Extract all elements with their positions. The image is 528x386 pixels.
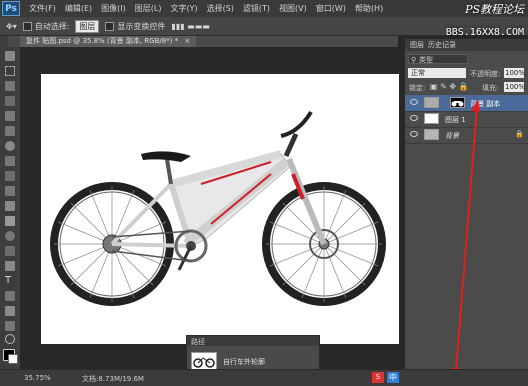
fill-label: 填充: bbox=[482, 84, 499, 92]
opacity-label: 不透明度: bbox=[470, 70, 501, 78]
photoshop-logo: Ps bbox=[2, 1, 20, 16]
path-name: 自行车外轮廓 bbox=[223, 358, 265, 366]
auto-select-checkbox[interactable] bbox=[22, 21, 32, 31]
bike-outline-icon bbox=[193, 357, 215, 368]
lock-icon: 🔒 bbox=[515, 130, 524, 138]
lock-icons[interactable]: ▣ ✎ ✥ 🔒 bbox=[430, 82, 469, 91]
visibility-eye-icon[interactable] bbox=[410, 99, 418, 105]
crop-tool-icon[interactable] bbox=[5, 111, 15, 121]
bicycle-image bbox=[50, 110, 386, 306]
show-transform-checkbox[interactable] bbox=[105, 21, 115, 31]
tab-history[interactable]: 历史记录 bbox=[428, 40, 456, 50]
layer-filter-dropdown[interactable]: ⚲ 类型 bbox=[408, 54, 468, 64]
menu-layer[interactable]: 图层(L) bbox=[135, 3, 162, 14]
lasso-tool-icon[interactable] bbox=[5, 81, 15, 91]
document-tab-title: 复件 贴图.psd @ 35.8% (背景 副本, RGB/8*) * bbox=[26, 37, 179, 45]
type-tool-icon[interactable]: T bbox=[5, 276, 15, 286]
auto-select-dropdown[interactable]: 图层 bbox=[75, 19, 100, 33]
menu-window[interactable]: 窗口(W) bbox=[316, 3, 346, 14]
menu-file[interactable]: 文件(F) bbox=[29, 3, 56, 14]
dodge-tool-icon[interactable] bbox=[5, 246, 15, 256]
watermark-url: BBS.16XX8.COM bbox=[445, 27, 524, 38]
blur-tool-icon[interactable] bbox=[5, 231, 15, 241]
menu-edit[interactable]: 编辑(E) bbox=[65, 3, 92, 14]
healing-brush-tool-icon[interactable] bbox=[5, 141, 15, 151]
ime-language-indicator[interactable]: 中 bbox=[387, 372, 399, 383]
blend-mode-dropdown[interactable]: 正常 bbox=[408, 68, 466, 78]
layer-thumbnail bbox=[424, 129, 439, 140]
red-arrow-annotation bbox=[445, 99, 480, 384]
marquee-tool-icon[interactable] bbox=[5, 66, 15, 76]
paths-panel-title: 路径 bbox=[191, 338, 205, 346]
eyedropper-tool-icon[interactable] bbox=[5, 126, 15, 136]
visibility-eye-icon[interactable] bbox=[410, 115, 418, 121]
tab-layers[interactable]: 图层 bbox=[410, 40, 424, 50]
menu-view[interactable]: 视图(V) bbox=[279, 3, 307, 14]
gradient-tool-icon[interactable] bbox=[5, 216, 15, 226]
background-color-swatch[interactable] bbox=[8, 354, 18, 364]
tools-panel: T bbox=[0, 36, 21, 369]
menu-help[interactable]: 帮助(H) bbox=[355, 3, 383, 14]
zoom-tool-icon[interactable] bbox=[5, 334, 15, 344]
menu-select[interactable]: 选择(S) bbox=[207, 3, 234, 14]
hand-tool-icon[interactable] bbox=[5, 321, 15, 331]
document-size: 文档:8.73M/19.6M bbox=[82, 375, 144, 383]
menu-bar: Ps 文件(F) 编辑(E) 图像(I) 图层(L) 文字(Y) 选择(S) 滤… bbox=[0, 0, 528, 17]
clone-stamp-tool-icon[interactable] bbox=[5, 171, 15, 181]
fill-input[interactable]: 100% bbox=[504, 82, 525, 92]
brush-tool-icon[interactable] bbox=[5, 156, 15, 166]
show-transform-label: 显示变换控件 bbox=[117, 21, 166, 31]
status-bar: 35.75% 文档:8.73M/19.6M S 中 bbox=[0, 369, 528, 386]
shape-tool-icon[interactable] bbox=[5, 306, 15, 316]
lock-label: 锁定: bbox=[409, 84, 426, 92]
search-icon: ⚲ bbox=[411, 56, 417, 64]
document-tab-close-button[interactable]: × bbox=[184, 37, 190, 45]
blend-mode-value: 正常 bbox=[411, 69, 425, 77]
show-transform-group: 显示变换控件 bbox=[105, 21, 165, 32]
magic-wand-tool-icon[interactable] bbox=[5, 96, 15, 106]
document-canvas[interactable] bbox=[41, 74, 399, 344]
menu-type[interactable]: 文字(Y) bbox=[170, 3, 197, 14]
document-tab[interactable]: 复件 贴图.psd @ 35.8% (背景 副本, RGB/8*) * × bbox=[20, 36, 197, 47]
eraser-tool-icon[interactable] bbox=[5, 201, 15, 211]
menu-image[interactable]: 图像(I) bbox=[101, 3, 126, 14]
move-tool-icon[interactable]: ✥▾ bbox=[6, 22, 17, 31]
layer-filter-label: 类型 bbox=[419, 56, 433, 64]
layer-thumbnail bbox=[424, 113, 439, 124]
watermark-title: PS教程论坛 bbox=[465, 3, 524, 16]
paths-panel-header: 路径 bbox=[187, 336, 319, 346]
ime-s-icon[interactable]: S bbox=[372, 372, 384, 383]
auto-select-label: 自动选择: bbox=[34, 21, 70, 31]
move-tool-icon[interactable] bbox=[5, 51, 15, 61]
history-brush-tool-icon[interactable] bbox=[5, 186, 15, 196]
layer-thumbnail bbox=[424, 97, 439, 108]
pen-tool-icon[interactable] bbox=[5, 261, 15, 271]
visibility-eye-icon[interactable] bbox=[410, 131, 418, 137]
align-buttons-icon[interactable]: ▮▮▮ ▬▬▬ bbox=[171, 22, 209, 31]
path-selection-tool-icon[interactable] bbox=[5, 291, 15, 301]
zoom-level[interactable]: 35.75% bbox=[24, 374, 51, 382]
path-thumbnail bbox=[191, 352, 217, 370]
menu-filter[interactable]: 滤镜(T) bbox=[243, 3, 270, 14]
auto-select-group: 自动选择: bbox=[22, 21, 70, 32]
opacity-input[interactable]: 100% bbox=[504, 68, 525, 78]
